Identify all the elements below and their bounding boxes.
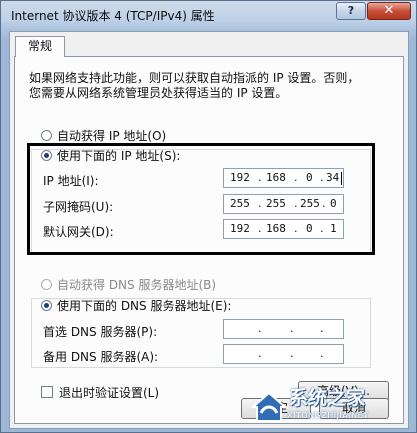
watermark-text: 系统之家 xyxy=(289,387,366,409)
manual-dns-radio[interactable] xyxy=(41,300,52,311)
dot: . xyxy=(320,322,324,335)
dialog-body: 常规 如果网络支持此功能，则可以获取自动指派的 IP 设置。否则， 您需要从网络… xyxy=(9,31,409,429)
manual-dns-label: 使用下面的 DNS 服务器地址(E): xyxy=(57,299,232,313)
window-title: Internet 协议版本 4 (TCP/IPv4) 属性 xyxy=(11,9,215,23)
preferred-dns-label: 首选 DNS 服务器(P): xyxy=(43,325,158,339)
dot: . xyxy=(290,347,294,360)
dot: . xyxy=(320,347,324,360)
watermark: 系统之家 XITONGZHIJIA.NET xyxy=(247,381,407,431)
close-button[interactable]: ✕ xyxy=(367,2,411,20)
validate-on-exit-label: 退出时验证设置(L) xyxy=(59,386,160,400)
auto-ip-radio[interactable] xyxy=(41,130,52,141)
alternate-dns-label: 备用 DNS 服务器(A): xyxy=(43,350,159,364)
description-text: 如果网络支持此功能，则可以获取自动指派的 IP 设置。否则， 您需要从网络系统管… xyxy=(29,71,389,101)
title-bar[interactable]: Internet 协议版本 4 (TCP/IPv4) 属性 ? ✕ xyxy=(1,1,416,31)
help-button[interactable]: ? xyxy=(336,2,366,20)
dot: . xyxy=(258,347,262,360)
watermark-subtext: XITONGZHIJIA.NET xyxy=(287,411,369,420)
house-logo-icon xyxy=(250,391,288,422)
dot: . xyxy=(290,322,294,335)
preferred-dns-input[interactable]: . . . xyxy=(223,319,344,339)
general-tab-panel: 如果网络支持此功能，则可以获取自动指派的 IP 设置。否则， 您需要从网络系统管… xyxy=(14,56,404,424)
alternate-dns-input[interactable]: . . . xyxy=(223,344,344,364)
description-line-1: 如果网络支持此功能，则可以获取自动指派的 IP 设置。否则， xyxy=(29,71,360,85)
tab-general[interactable]: 常规 xyxy=(15,36,65,57)
auto-dns-radio[interactable] xyxy=(41,279,52,290)
auto-ip-label: 自动获得 IP 地址(O) xyxy=(57,129,167,143)
dot: . xyxy=(258,322,262,335)
auto-dns-label: 自动获得 DNS 服务器地址(B) xyxy=(57,278,217,292)
highlight-frame xyxy=(27,143,375,255)
validate-on-exit-checkbox[interactable] xyxy=(41,386,53,398)
description-line-2: 您需要从网络系统管理员处获得适当的 IP 设置。 xyxy=(29,86,288,100)
dialog-window: Internet 协议版本 4 (TCP/IPv4) 属性 ? ✕ 常规 如果网… xyxy=(0,0,417,433)
